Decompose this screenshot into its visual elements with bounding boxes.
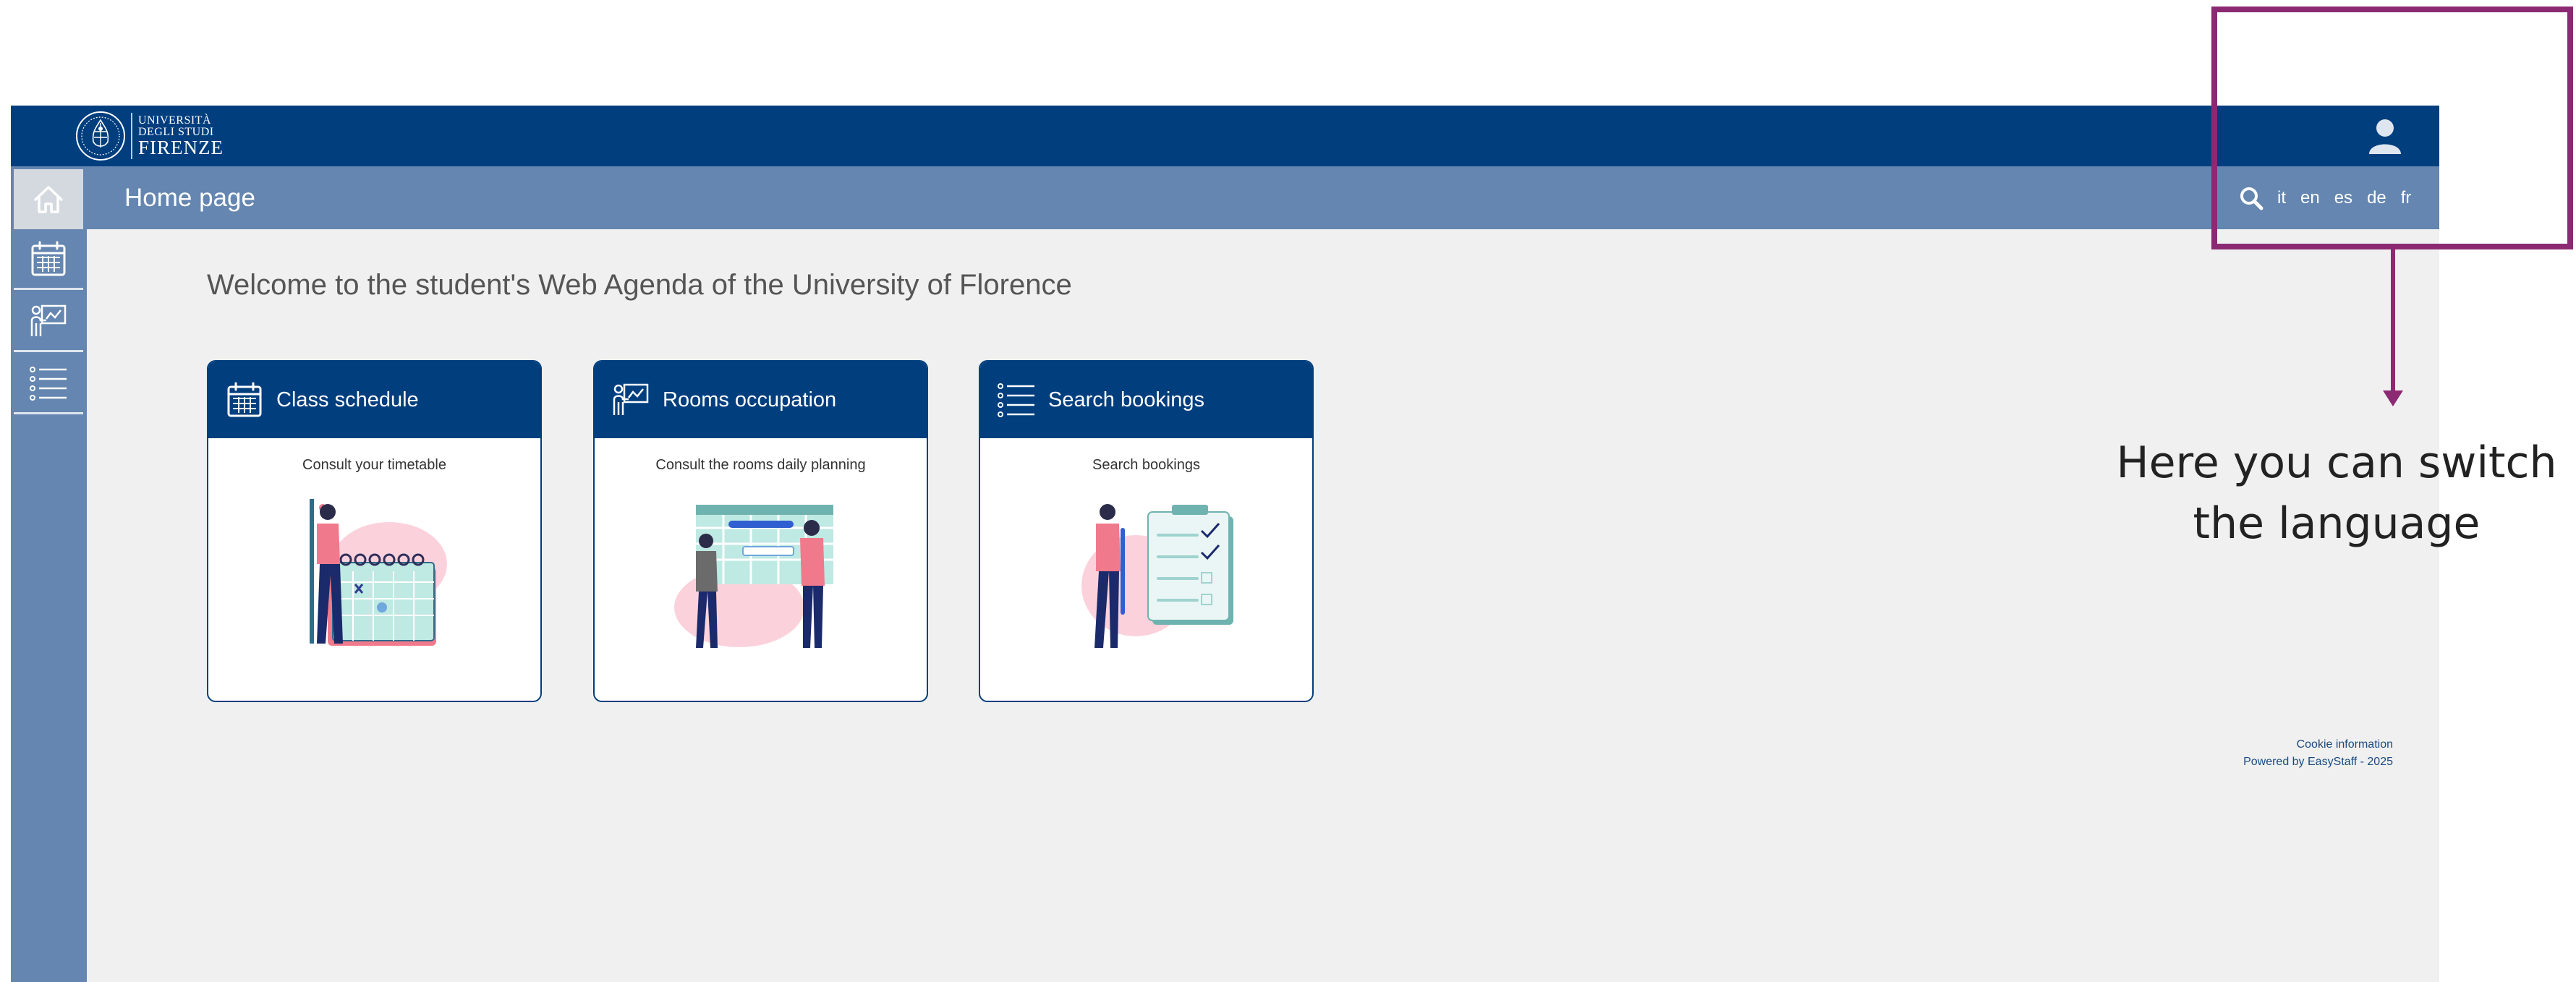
rooms-illustration-icon [674, 505, 833, 648]
home-button[interactable] [14, 169, 83, 229]
sidebar-item-rooms-occupation[interactable] [14, 291, 83, 352]
sidebar-item-search-bookings[interactable] [14, 354, 83, 414]
card-description: Consult your timetable [302, 457, 446, 473]
card-description: Consult the rooms daily planning [655, 457, 866, 473]
sidebar-item-class-schedule[interactable] [14, 229, 83, 290]
card-search-bookings[interactable]: Search bookings Search bookings [979, 360, 1314, 702]
university-seal-icon [76, 111, 125, 161]
home-icon [34, 185, 63, 213]
search-illustration-icon [1081, 504, 1233, 648]
top-bar: UNIVERSITÀ DEGLI STUDI FIRENZE [11, 106, 2439, 166]
sidebar [11, 229, 87, 982]
cookie-information-link[interactable]: Cookie information [2243, 736, 2393, 753]
list-icon [30, 366, 67, 401]
presentation-icon [30, 304, 67, 336]
card-title: Search bookings [1048, 388, 1205, 411]
logo-line-3: FIRENZE [138, 136, 224, 158]
logo-divider [131, 113, 132, 159]
card-header: Rooms occupation [595, 362, 927, 438]
annotation-highlight-box [2211, 7, 2573, 249]
calendar-icon [31, 241, 66, 276]
navigation-bar: Home page it en es de fr [11, 166, 2439, 229]
university-logo[interactable]: UNIVERSITÀ DEGLI STUDI FIRENZE [75, 108, 224, 163]
card-rooms-occupation[interactable]: Rooms occupation Consult the rooms daily… [593, 360, 928, 702]
callout-line-1: Here you can switch [2116, 437, 2557, 488]
card-header: Search bookings [980, 362, 1312, 438]
logo-line-1: UNIVERSITÀ [138, 114, 211, 127]
annotation-arrow-line [2391, 249, 2395, 394]
page-title: Home page [124, 184, 255, 212]
card-title: Class schedule [276, 388, 419, 411]
card-description: Search bookings [1092, 457, 1200, 473]
calendar-illustration-icon [310, 499, 447, 646]
annotation-arrow-head-icon [2383, 390, 2403, 406]
app-window: UNIVERSITÀ DEGLI STUDI FIRENZE Home page [11, 106, 2439, 982]
powered-by-text: Powered by EasyStaff - 2025 [2243, 756, 2393, 768]
welcome-heading: Welcome to the student's Web Agenda of t… [207, 269, 1072, 301]
callout-line-2: the language [2193, 498, 2481, 549]
presentation-icon [613, 383, 649, 415]
card-class-schedule[interactable]: Class schedule Consult your timetable [207, 360, 542, 702]
calendar-icon [227, 382, 262, 417]
footer: Cookie information Powered by EasyStaff … [2243, 736, 2393, 771]
annotation-callout: Here you can switch the language [2091, 432, 2576, 554]
card-title: Rooms occupation [663, 388, 837, 411]
card-header: Class schedule [208, 362, 540, 438]
logo-text: UNIVERSITÀ DEGLI STUDI FIRENZE [138, 114, 224, 158]
list-icon [998, 383, 1034, 417]
